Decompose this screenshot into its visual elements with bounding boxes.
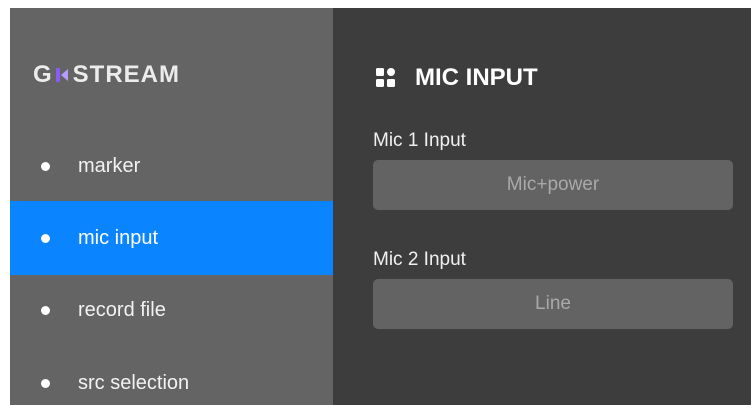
logo-mark-icon — [55, 66, 71, 84]
bullet-icon — [41, 378, 50, 388]
sidebar-item-mic-input[interactable]: mic input — [10, 201, 333, 275]
bullet-icon — [41, 305, 50, 315]
sidebar-item-label: marker — [78, 154, 141, 177]
app-logo: G STREAM — [33, 60, 180, 90]
logo-text-start: G — [33, 61, 53, 88]
sidebar-item-src-selection[interactable]: src selection — [10, 346, 333, 405]
section-header: MIC INPUT — [376, 64, 538, 92]
sidebar-item-label: record file — [78, 298, 166, 321]
sidebar-item-record-file[interactable]: record file — [10, 273, 333, 347]
mic1-input-label: Mic 1 Input — [373, 130, 466, 151]
section-title: MIC INPUT — [415, 64, 538, 91]
sidebar-item-label: src selection — [78, 371, 190, 394]
main-panel: MIC INPUT Mic 1 Input Mic+power Mic 2 In… — [333, 8, 751, 405]
mic1-input-select[interactable]: Mic+power — [373, 160, 733, 210]
grid-icon — [376, 68, 396, 88]
mic2-input-label: Mic 2 Input — [373, 249, 466, 270]
logo-text-end: STREAM — [72, 61, 181, 88]
sidebar-item-marker[interactable]: marker — [10, 129, 333, 203]
sidebar-item-label: mic input — [78, 226, 159, 249]
mic2-input-select[interactable]: Line — [373, 279, 733, 329]
sidebar: G STREAM marker mic input record file sr… — [10, 8, 333, 405]
bullet-icon — [41, 233, 50, 243]
app-frame: G STREAM marker mic input record file sr… — [0, 0, 751, 405]
bullet-icon — [41, 161, 50, 171]
